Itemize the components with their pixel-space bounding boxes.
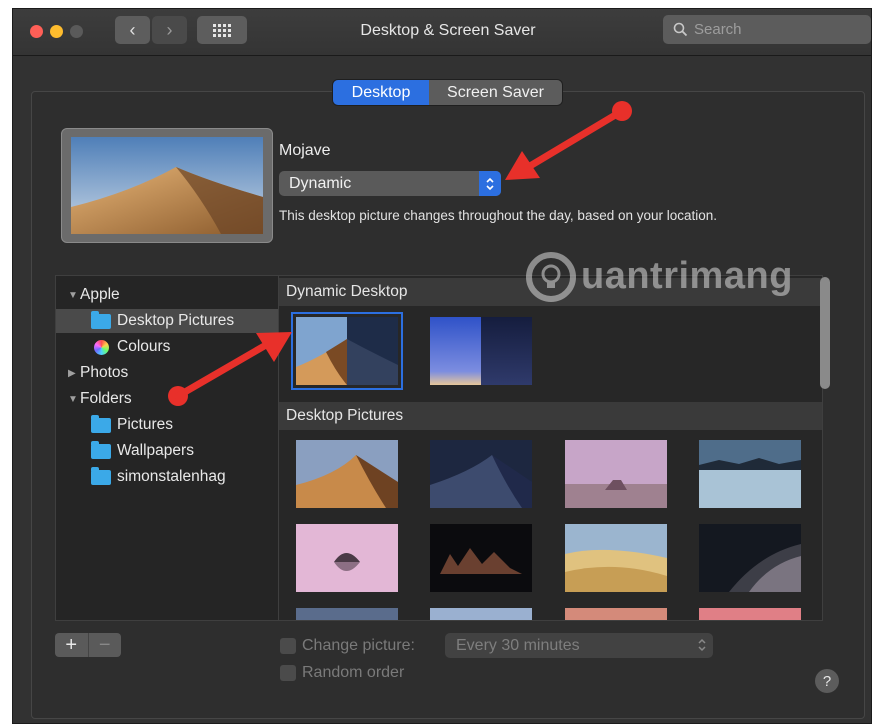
bulb-icon [526, 252, 576, 302]
search-icon [673, 22, 688, 37]
wallpaper-name: Mojave [279, 142, 331, 159]
forward-button[interactable]: › [152, 16, 187, 44]
add-remove-control: + − [55, 633, 121, 657]
sidebar-item-desktop-pictures[interactable]: Desktop Pictures [56, 309, 278, 333]
thumbnail-mojave-day[interactable] [296, 440, 398, 508]
thumbnail-golden-dunes[interactable] [565, 524, 667, 592]
colour-wheel-icon [94, 339, 109, 355]
sidebar-item-label: Wallpapers [117, 442, 194, 459]
minimize-button[interactable] [50, 25, 63, 38]
zoom-button[interactable] [70, 25, 83, 38]
sidebar-item-apple[interactable]: ▼ Apple [56, 283, 278, 307]
folder-icon [91, 466, 111, 485]
window-title: Desktop & Screen Saver [360, 22, 536, 39]
watermark-text: uantrimang [581, 255, 793, 297]
tab-screen-saver[interactable]: Screen Saver [429, 80, 562, 105]
section-header-desktop-pictures: Desktop Pictures [279, 402, 822, 430]
sidebar-item-label: Apple [80, 286, 120, 303]
sidebar-item-colours[interactable]: Colours [56, 335, 278, 359]
sidebar-item-simonstalenhag[interactable]: simonstalenhag [56, 465, 278, 489]
thumbnail-dark-dunes[interactable] [699, 524, 801, 592]
thumbnail-mojave-night[interactable] [430, 440, 532, 508]
chevron-left-icon: ‹ [129, 19, 136, 40]
folder-icon [91, 440, 111, 459]
disclosure-open-icon[interactable]: ▼ [68, 394, 80, 405]
thumbnail-pink-lake[interactable] [296, 524, 398, 592]
search-field[interactable]: Search [663, 15, 871, 44]
disclosure-open-icon[interactable]: ▼ [68, 290, 80, 301]
mojave-preview-image [71, 137, 263, 234]
source-list: ▼ Apple Desktop Pictures Colours ▶ Photo… [55, 275, 279, 621]
sidebar-item-pictures[interactable]: Pictures [56, 413, 278, 437]
sidebar-item-label: Pictures [117, 416, 173, 433]
show-all-button[interactable] [197, 16, 247, 44]
watermark-logo: uantrimang [521, 249, 826, 307]
thumbnail-partial-4[interactable] [699, 608, 801, 621]
current-wallpaper-preview [61, 128, 273, 243]
nav-buttons: ‹ › [115, 16, 187, 44]
wallpaper-description: This desktop picture changes throughout … [279, 208, 718, 223]
sidebar-item-folders[interactable]: ▼ Folders [56, 387, 278, 411]
select-chevron-icon [479, 171, 501, 196]
random-order-checkbox[interactable] [280, 665, 296, 681]
change-picture-label: Change picture: [302, 637, 415, 654]
section-title: Desktop Pictures [286, 407, 404, 424]
remove-folder-button[interactable]: − [87, 633, 122, 657]
sidebar-item-label: Desktop Pictures [117, 312, 235, 329]
system-preferences-window: ‹ › Desktop & Screen Saver Search Deskto… [12, 8, 872, 724]
thumbnail-mojave-dynamic[interactable] [291, 312, 403, 390]
sidebar-item-photos[interactable]: ▶ Photos [56, 361, 278, 385]
sidebar-item-label: Folders [80, 390, 132, 407]
folder-icon [91, 414, 111, 433]
random-order-label: Random order [302, 664, 405, 681]
add-folder-button[interactable]: + [55, 633, 88, 657]
tab-desktop[interactable]: Desktop [333, 80, 429, 105]
thumbnail-solar-gradients[interactable] [430, 317, 532, 385]
select-chevron-icon [698, 638, 706, 652]
sidebar-item-label: Colours [117, 338, 171, 355]
thumbnail-salt-flat[interactable] [699, 440, 801, 508]
thumbnail-partial-1[interactable] [296, 608, 398, 621]
folder-icon [91, 310, 111, 329]
thumbnail-partial-3[interactable] [565, 608, 667, 621]
sidebar-item-label: simonstalenhag [117, 468, 226, 485]
change-interval-select[interactable]: Every 30 minutes [445, 633, 713, 658]
chevron-right-icon: › [166, 19, 173, 40]
picture-grid: Dynamic Desktop Desktop Pictures [279, 275, 823, 621]
help-button[interactable]: ? [815, 669, 839, 693]
interval-value: Every 30 minutes [456, 637, 580, 654]
thumbnail-tufa-night[interactable] [430, 524, 532, 592]
search-placeholder: Search [694, 21, 742, 38]
title-bar: ‹ › Desktop & Screen Saver Search [13, 9, 871, 56]
dynamic-mode-value: Dynamic [289, 175, 352, 192]
disclosure-closed-icon[interactable]: ▶ [68, 368, 80, 379]
thumbnail-partial-2[interactable] [430, 608, 532, 621]
grid-icon [213, 24, 231, 37]
tab-bar: Desktop Screen Saver [333, 80, 562, 105]
sidebar-item-label: Photos [80, 364, 129, 381]
dynamic-mode-select[interactable]: Dynamic [279, 171, 501, 196]
section-title: Dynamic Desktop [286, 283, 408, 300]
thumbnail-desert-rock[interactable] [565, 440, 667, 508]
close-button[interactable] [30, 25, 43, 38]
change-picture-checkbox[interactable] [280, 638, 296, 654]
sidebar-item-wallpapers[interactable]: Wallpapers [56, 439, 278, 463]
back-button[interactable]: ‹ [115, 16, 150, 44]
